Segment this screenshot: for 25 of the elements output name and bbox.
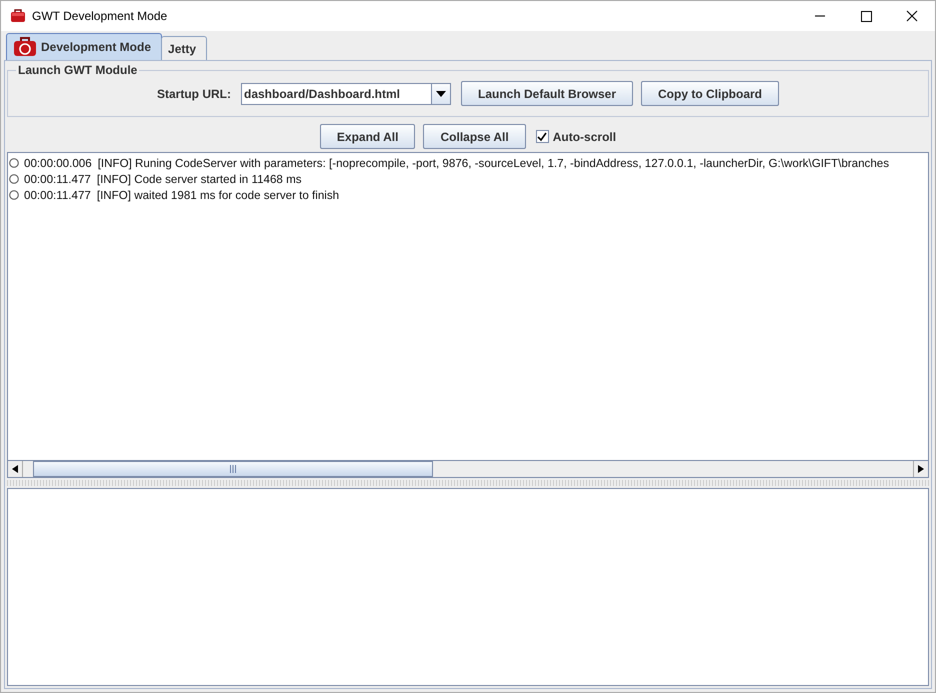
toolbar-button[interactable]: Expand All [320,124,416,149]
caret-icon [436,90,446,96]
right-arrow-icon [918,465,924,473]
grip-icon [230,465,236,473]
toolbar-button[interactable]: Collapse All [423,124,526,149]
window-title: GWT Development Mode [32,9,168,23]
panel-title: Launch GWT Module [17,63,138,77]
field-label: Startup URL: [156,86,231,100]
log-time: 00:00:11.477 [24,172,91,186]
tab[interactable]: Development Mode [6,33,162,60]
log-message: [INFO] waited 1981 ms for code server to finish [96,188,340,202]
horizontal-scrollbar[interactable] [8,460,928,477]
action-button[interactable]: Copy to Clipboard [641,81,780,106]
log-message: [INFO] Code server started in 11468 ms [96,172,302,186]
url-dropdown[interactable]: dashboard/Dashboard.html [240,82,451,104]
toolbox-icon [10,8,26,24]
tab[interactable]: Jetty [161,36,208,60]
checkbox[interactable] [536,130,549,143]
checkbox-label: Auto-scroll [552,130,616,144]
left-arrow-icon [12,465,18,473]
splitter-handle[interactable] [7,480,929,486]
log-time: 00:00:00.006 [24,156,92,170]
action-button[interactable]: Launch Default Browser [460,81,634,106]
log-message: [INFO] Runing CodeServer with parameters: [-noprecompile, -port, 9876, -sourceLevel, 1.7, -bindAddress, 127.0.0.1, -launcherDir, G:\work\GIFT\branches [98,156,890,170]
log-time: 00:00:11.477 [24,188,91,202]
